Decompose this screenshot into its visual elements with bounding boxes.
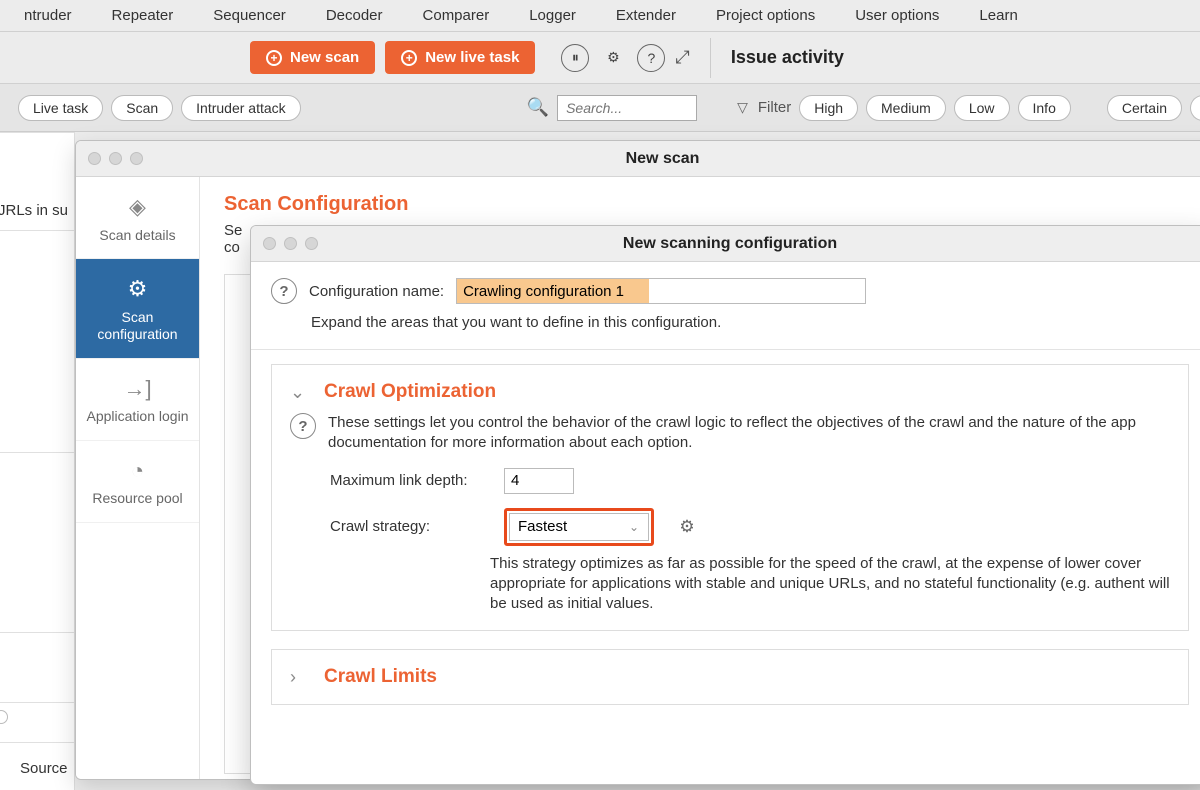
menu-decoder[interactable]: Decoder [306,1,403,30]
dialog-title: New scanning configuration [623,235,837,253]
config-name-input[interactable] [456,278,866,304]
new-scan-label: New scan [290,49,359,66]
menu-repeater[interactable]: Repeater [92,1,194,30]
zoom-icon[interactable] [130,152,143,165]
menu-sequencer[interactable]: Sequencer [193,1,306,30]
menu-extender[interactable]: Extender [596,1,696,30]
divider [251,349,1200,350]
pill-medium[interactable]: Medium [866,95,946,121]
new-live-task-button[interactable]: + New live task [385,41,535,74]
menu-comparer[interactable]: Comparer [403,1,510,30]
gear-icon: ⚙ [82,275,193,303]
pause-icon[interactable]: ⏸ [561,44,589,72]
sidebar-item-label: Scan details [99,227,175,243]
zoom-icon[interactable] [305,237,318,250]
max-link-depth-input[interactable] [504,468,574,494]
crawl-strategy-select[interactable]: Fastest [509,513,649,541]
background-left-panel: JRLs in su Source [0,132,75,790]
chevron-right-icon[interactable]: › [290,667,310,688]
sidebar-item-label: Resource pool [92,490,182,506]
crawl-limits-panel: › Crawl Limits [271,649,1189,705]
main-toolbar: + New scan + New live task ⏸ ⚙ ? ⤢ Issue… [0,32,1200,84]
crawl-optimization-title: Crawl Optimization [324,381,496,403]
plus-icon: + [401,50,417,66]
pill-scan[interactable]: Scan [111,95,173,121]
scan-configuration-heading: Scan Configuration [224,193,1200,216]
max-link-depth-label: Maximum link depth: [330,472,490,489]
search-icon: 🔍 [527,97,549,118]
crawl-strategy-highlight: Fastest ⌄ [504,508,654,546]
close-icon[interactable] [88,152,101,165]
pill-live-task[interactable]: Live task [18,95,103,121]
window-controls[interactable] [251,237,318,250]
close-icon[interactable] [263,237,276,250]
menu-user-options[interactable]: User options [835,1,959,30]
menu-learn[interactable]: Learn [959,1,1037,30]
help-icon[interactable]: ? [637,44,665,72]
crawl-limits-title: Crawl Limits [324,666,437,688]
crawl-optimization-panel: ⌄ Crawl Optimization ? These settings le… [271,364,1189,631]
sidebar-item-scan-details[interactable]: ◈ Scan details [76,177,199,259]
divider [710,38,711,78]
pill-info[interactable]: Info [1018,95,1071,121]
filter-icon[interactable]: ▽ [737,99,748,116]
menu-logger[interactable]: Logger [509,1,596,30]
new-live-task-label: New live task [425,49,519,66]
new-scan-button[interactable]: + New scan [250,41,375,74]
sidebar-item-label: Application login [87,408,189,424]
crawl-optimization-desc: These settings let you control the behav… [328,413,1170,454]
issue-activity-heading: Issue activity [731,47,844,68]
menu-project-options[interactable]: Project options [696,1,835,30]
pill-certain[interactable]: Certain [1107,95,1182,121]
help-icon[interactable]: ? [271,278,297,304]
chevron-down-icon[interactable]: ⌄ [290,382,310,403]
clock-icon: ◔ [82,457,193,485]
scanning-configuration-dialog: New scanning configuration ? Configurati… [250,225,1200,785]
sidebar-item-scan-configuration[interactable]: ⚙ Scan configuration [76,259,199,359]
sidebar-item-application-login[interactable]: →] Application login [76,359,199,441]
help-icon[interactable]: ? [290,413,316,439]
filter-toolbar: Live task Scan Intruder attack 🔍 ▽ Filte… [0,84,1200,132]
app-menubar: ntruder Repeater Sequencer Decoder Compa… [0,0,1200,32]
sidebar-item-label: Scan configuration [97,309,177,343]
newscan-sidebar: ◈ Scan details ⚙ Scan configuration →] A… [76,177,200,779]
pill-low[interactable]: Low [954,95,1010,121]
pill-intruder-attack[interactable]: Intruder attack [181,95,301,121]
window-controls[interactable] [76,152,143,165]
gear-icon[interactable]: ⚙ [676,516,698,538]
tag-icon: ◈ [82,193,193,221]
config-instruction: Expand the areas that you want to define… [311,314,1189,331]
gear-icon[interactable]: ⚙ [599,44,627,72]
login-icon: →] [82,375,193,403]
filter-label: Filter [758,99,791,116]
circle-icon [0,710,8,724]
dialog-titlebar: New scanning configuration [251,226,1200,262]
bg-frag-source: Source [20,760,68,777]
bg-frag-urls: JRLs in su [0,202,68,219]
minimize-icon[interactable] [284,237,297,250]
config-name-label: Configuration name: [309,283,444,300]
crawl-strategy-note: This strategy optimizes as far as possib… [490,554,1170,615]
crawl-strategy-label: Crawl strategy: [330,518,490,535]
pill-high[interactable]: High [799,95,858,121]
dialog-titlebar: New scan [76,141,1200,177]
search-input[interactable] [557,95,697,121]
pill-firm-partial[interactable]: Fir [1190,95,1200,121]
dialog-title: New scan [626,150,700,168]
sidebar-item-resource-pool[interactable]: ◔ Resource pool [76,441,199,523]
minimize-icon[interactable] [109,152,122,165]
plus-icon: + [266,50,282,66]
menu-intruder[interactable]: ntruder [4,1,92,30]
expand-icon[interactable]: ⤢ [675,47,689,68]
